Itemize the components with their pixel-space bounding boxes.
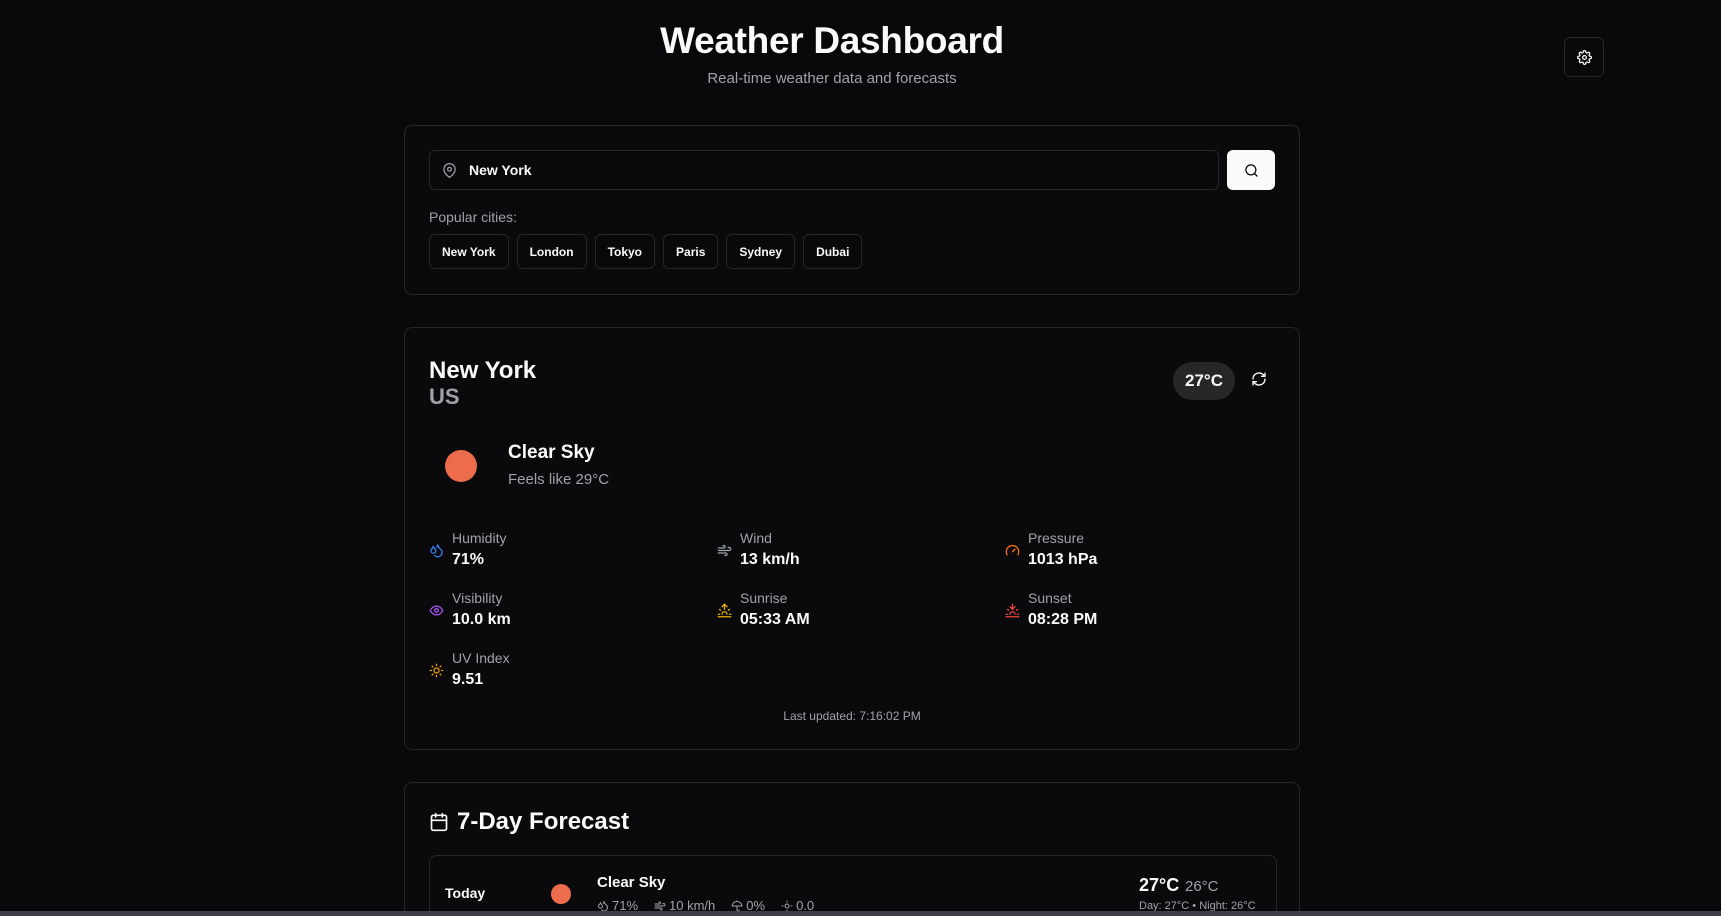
refresh-button[interactable] xyxy=(1251,371,1271,391)
last-updated: Last updated: 7:16:02 PM xyxy=(783,709,921,723)
city-chip-new-york[interactable]: New York xyxy=(429,234,509,269)
city-name: New York xyxy=(429,357,537,384)
stat-uv-index: UV Index 9.51 xyxy=(429,650,510,689)
weather-condition: Clear Sky xyxy=(508,442,595,463)
search-row: New York xyxy=(429,150,1275,190)
popular-cities-label: Popular cities: xyxy=(429,209,517,225)
stat-visibility: Visibility 10.0 km xyxy=(429,590,511,629)
clear-sky-icon xyxy=(445,450,477,482)
stat-sunset: Sunset 08:28 PM xyxy=(1005,590,1097,629)
clear-sky-icon xyxy=(551,884,571,904)
wind-icon xyxy=(717,544,732,557)
umbrella-icon xyxy=(731,900,743,911)
visibility-value: 10.0 km xyxy=(452,611,511,628)
wind-icon xyxy=(654,901,666,910)
sunrise-label: Sunrise xyxy=(740,590,788,606)
sun-icon xyxy=(429,663,444,678)
page-title: Weather Dashboard xyxy=(660,20,1004,61)
wind-value: 13 km/h xyxy=(740,551,800,568)
current-weather-card: New York US 27°C Clear Sky Feels like 29… xyxy=(404,327,1300,750)
stat-wind: Wind 13 km/h xyxy=(717,530,800,569)
country-code: US xyxy=(429,384,460,409)
map-pin-icon xyxy=(443,162,456,178)
droplets-icon xyxy=(430,544,443,558)
city-chip-london[interactable]: London xyxy=(516,234,587,269)
gauge-icon xyxy=(1005,544,1020,556)
city-chip-dubai[interactable]: Dubai xyxy=(803,234,863,269)
search-button[interactable] xyxy=(1227,150,1275,190)
city-chip-tokyo[interactable]: Tokyo xyxy=(594,234,656,269)
refresh-icon xyxy=(1252,372,1266,386)
humidity-value: 71% xyxy=(452,551,485,568)
temperature-badge: 27°C xyxy=(1173,362,1235,400)
forecast-condition: Clear Sky xyxy=(597,874,666,891)
humidity-label: Humidity xyxy=(452,530,507,546)
sun-icon xyxy=(781,900,793,911)
sunrise-value: 05:33 AM xyxy=(740,611,810,628)
city-chip-sydney[interactable]: Sydney xyxy=(726,234,796,269)
pressure-label: Pressure xyxy=(1028,530,1085,546)
search-input-value[interactable]: New York xyxy=(469,162,532,178)
stat-pressure: Pressure 1013 hPa xyxy=(1005,530,1097,569)
city-chip-paris[interactable]: Paris xyxy=(663,234,719,269)
forecast-day: Today xyxy=(445,885,486,901)
stat-sunrise: Sunrise 05:33 AM xyxy=(717,590,810,629)
forecast-title-text: 7-Day Forecast xyxy=(457,808,630,835)
search-input[interactable]: New York xyxy=(429,150,1219,190)
forecast-high: 27°C xyxy=(1139,875,1180,895)
forecast-title: 7-Day Forecast xyxy=(429,808,629,836)
sunrise-icon xyxy=(717,603,732,618)
gear-icon xyxy=(1576,49,1592,65)
forecast-row[interactable]: Today Clear Sky 71% 10 km/h 0% 0.0 27°C … xyxy=(429,855,1277,916)
sunset-value: 08:28 PM xyxy=(1028,611,1098,628)
popular-cities-list: New York London Tokyo Paris Sydney Dubai xyxy=(429,234,863,269)
settings-button[interactable] xyxy=(1564,37,1604,77)
sunset-icon xyxy=(1005,603,1020,618)
stat-humidity: Humidity 71% xyxy=(429,530,506,569)
pressure-value: 1013 hPa xyxy=(1028,551,1098,568)
search-icon xyxy=(1244,163,1258,177)
visibility-label: Visibility xyxy=(452,590,503,606)
calendar-icon xyxy=(430,812,448,832)
uv-index-value: 9.51 xyxy=(452,671,484,688)
search-card: New York Popular cities: New York London… xyxy=(404,125,1300,295)
sunset-label: Sunset xyxy=(1028,590,1072,606)
page-subtitle: Real-time weather data and forecasts xyxy=(707,70,957,87)
droplets-icon xyxy=(598,900,609,911)
uv-index-label: UV Index xyxy=(452,650,510,666)
page-header: Weather Dashboard Real-time weather data… xyxy=(0,20,1664,87)
forecast-card: 7-Day Forecast Today Clear Sky 71% 10 km… xyxy=(404,782,1300,916)
feels-like: Feels like 29°C xyxy=(508,471,610,488)
horizontal-scrollbar[interactable] xyxy=(0,911,1721,916)
forecast-low: 26°C xyxy=(1185,878,1219,895)
wind-label: Wind xyxy=(740,530,772,546)
eye-icon xyxy=(429,605,444,616)
